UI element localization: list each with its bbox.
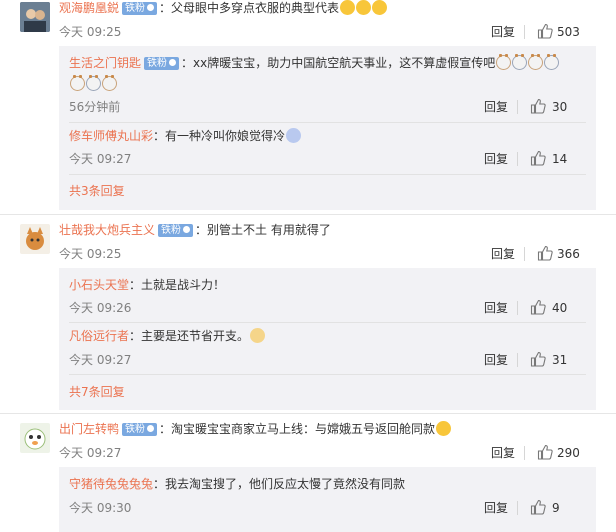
divider	[517, 501, 518, 515]
reply-list: 生活之门钥匙 铁粉 ：xx牌暖宝宝，助力中国航空航天事业，这不算虚假宣传吧 56分钟…	[59, 46, 596, 210]
emoji-laugh-icon	[356, 0, 372, 15]
like-count: 290	[557, 446, 580, 460]
reply-time: 56分钟前	[69, 100, 121, 114]
like-count: 503	[557, 25, 580, 39]
like-icon[interactable]	[530, 499, 546, 515]
vip-icon	[183, 226, 191, 233]
avatar[interactable]	[20, 423, 50, 453]
comment-time: 今天 09:27	[59, 446, 122, 460]
view-more-replies-link[interactable]: 共3条回复	[69, 183, 125, 199]
reply-username[interactable]: 小石头天堂	[69, 278, 129, 292]
fan-badge: 铁粉	[122, 423, 158, 436]
reply-time: 今天 09:26	[69, 301, 132, 315]
avatar[interactable]	[20, 224, 50, 254]
fan-badge: 铁粉	[122, 2, 158, 15]
like-icon[interactable]	[537, 444, 553, 460]
reply-time: 今天 09:27	[69, 353, 132, 367]
vip-icon	[147, 4, 155, 11]
reply-list: 守猪待兔兔兔兔：我去淘宝搜了，他们反应太慢了竟然没有同款 今天 09:30 回复…	[59, 467, 596, 532]
like-icon[interactable]	[530, 351, 546, 367]
comment-text: ：别管土不土 有用就得了	[195, 223, 331, 237]
reply-text: ：xx牌暖宝宝，助力中国航空航天事业，这不算虚假宣传吧	[181, 56, 496, 70]
like-icon[interactable]	[530, 150, 546, 166]
reply-text: ：我去淘宝搜了，他们反应太慢了竟然没有同款	[153, 477, 406, 491]
reply-time: 今天 09:30	[69, 501, 132, 515]
reply-button[interactable]: 回复	[484, 99, 508, 115]
emoji-cat-icon	[102, 75, 117, 91]
emoji-cold-icon	[286, 128, 302, 143]
reply-button[interactable]: 回复	[491, 24, 515, 40]
reply-text: ：有一种冷叫你娘觉得冷	[153, 129, 286, 143]
divider	[517, 353, 518, 367]
emoji-cat-icon	[544, 54, 560, 70]
reply-text: ：土就是战斗力！	[129, 278, 226, 292]
comment-time: 今天 09:25	[59, 247, 122, 261]
divider	[517, 152, 518, 166]
reply-button[interactable]: 回复	[484, 151, 508, 167]
reply-button[interactable]: 回复	[484, 352, 508, 368]
divider	[524, 446, 525, 460]
comment-username[interactable]: 壮哉我大炮兵主义	[59, 223, 155, 237]
comment-time: 今天 09:25	[59, 25, 122, 39]
like-icon[interactable]	[537, 245, 553, 261]
reply-text: ：主要是还节省开支。	[129, 329, 250, 343]
emoji-cat-icon	[70, 75, 85, 91]
divider	[69, 374, 586, 375]
divider	[517, 100, 518, 114]
fan-badge: 铁粉	[158, 224, 194, 237]
vip-icon	[147, 425, 155, 432]
emoji-cat-icon	[86, 75, 101, 91]
emoji-shy-icon	[250, 328, 266, 343]
reply-list: 小石头天堂：土就是战斗力！ 今天 09:26 回复 40 凡俗远行者：主要是还节…	[59, 268, 596, 410]
reply-button[interactable]: 回复	[491, 246, 515, 262]
divider	[69, 174, 586, 175]
divider	[524, 247, 525, 261]
vip-icon	[169, 59, 177, 66]
emoji-laugh-icon	[436, 421, 452, 436]
reply-time: 今天 09:27	[69, 152, 132, 166]
reply-button[interactable]: 回复	[491, 445, 515, 461]
emoji-laugh-icon	[340, 0, 356, 15]
divider	[0, 413, 616, 414]
divider	[69, 322, 586, 323]
like-icon[interactable]	[537, 23, 553, 39]
comment-username[interactable]: 出门左转鸭	[59, 422, 119, 436]
divider	[0, 214, 616, 215]
avatar[interactable]	[20, 2, 50, 32]
divider	[517, 301, 518, 315]
emoji-laugh-icon	[372, 0, 388, 15]
like-count: 31	[552, 353, 568, 367]
emoji-cat-icon	[512, 54, 528, 70]
reply-username[interactable]: 守猪待兔兔兔兔	[69, 477, 153, 491]
like-icon[interactable]	[530, 98, 546, 114]
reply-button[interactable]: 回复	[484, 500, 508, 516]
view-more-replies-link[interactable]: 共7条回复	[69, 384, 125, 400]
reply-username[interactable]: 修车师傅丸山彩	[69, 129, 153, 143]
reply-username[interactable]: 生活之门钥匙	[69, 56, 141, 70]
emoji-cat-icon	[528, 54, 544, 70]
divider	[524, 25, 525, 39]
divider	[69, 122, 586, 123]
reply-username[interactable]: 凡俗远行者	[69, 329, 129, 343]
like-count: 9	[552, 501, 560, 515]
emoji-cat-icon	[496, 54, 512, 70]
like-count: 14	[552, 152, 568, 166]
like-icon[interactable]	[530, 299, 546, 315]
like-count: 366	[557, 247, 580, 261]
like-count: 30	[552, 100, 568, 114]
comment-username[interactable]: 观海鹏凰鋭	[59, 1, 119, 15]
comment-text: ：父母眼中多穿点衣服的典型代表	[159, 1, 340, 15]
like-count: 40	[552, 301, 568, 315]
reply-button[interactable]: 回复	[484, 300, 508, 316]
comment-text: ：淘宝暖宝宝商家立马上线：与嫦娥五号返回舱同款	[159, 422, 436, 436]
fan-badge: 铁粉	[144, 57, 180, 70]
